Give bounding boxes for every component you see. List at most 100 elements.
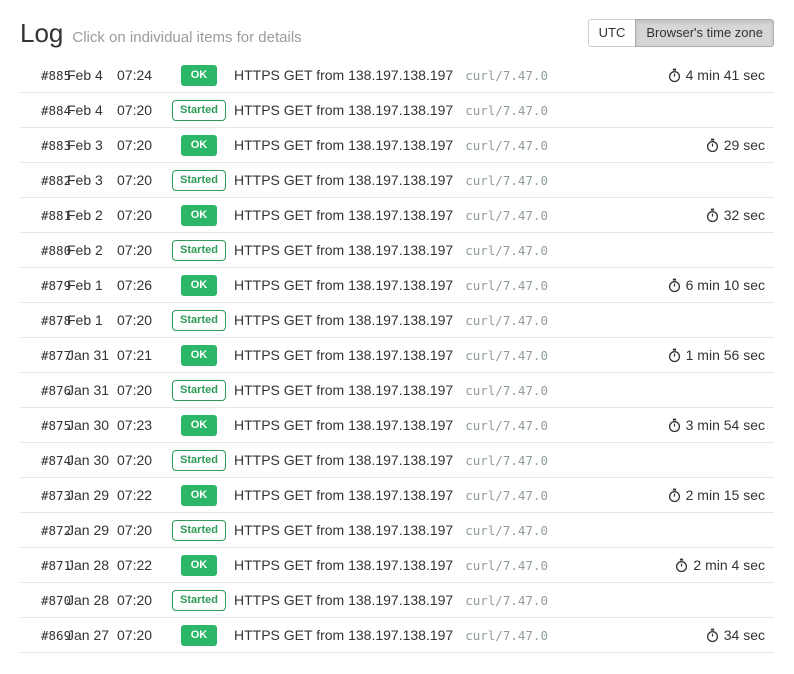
event-date: Feb 4 — [67, 102, 117, 118]
user-agent: curl/7.47.0 — [465, 558, 548, 573]
status-badge-started: Started — [172, 240, 226, 261]
event-id: #869 — [20, 628, 67, 643]
event-time: 07:20 — [117, 102, 164, 118]
duration-cell: 4 min 41 sec — [668, 67, 774, 83]
user-agent: curl/7.47.0 — [465, 138, 548, 153]
status-badge-cell: Started — [164, 100, 234, 121]
event-date: Jan 31 — [67, 347, 117, 363]
event-description-cell: HTTPS GET from 138.197.138.197 curl/7.47… — [234, 557, 548, 573]
duration-text: 4 min 41 sec — [686, 67, 765, 83]
status-badge-started: Started — [172, 450, 226, 471]
event-date: Jan 31 — [67, 382, 117, 398]
duration-cell: 1 min 56 sec — [668, 347, 774, 363]
event-description: HTTPS GET from 138.197.138.197 — [234, 102, 453, 118]
event-id: #876 — [20, 383, 67, 398]
duration-cell: 2 min 4 sec — [675, 557, 774, 573]
status-badge-ok: OK — [181, 555, 218, 576]
stopwatch-icon — [668, 418, 681, 433]
event-description-cell: HTTPS GET from 138.197.138.197 curl/7.47… — [234, 347, 548, 363]
duration-text: 2 min 15 sec — [686, 487, 765, 503]
event-description: HTTPS GET from 138.197.138.197 — [234, 382, 453, 398]
event-date: Jan 29 — [67, 522, 117, 538]
status-badge-cell: Started — [164, 450, 234, 471]
status-badge-cell: Started — [164, 520, 234, 541]
event-description: HTTPS GET from 138.197.138.197 — [234, 557, 453, 573]
event-id: #878 — [20, 313, 67, 328]
status-badge-started: Started — [172, 100, 226, 121]
event-date: Feb 2 — [67, 207, 117, 223]
status-badge-cell: Started — [164, 590, 234, 611]
log-row[interactable]: #870 Jan 28 07:20 Started HTTPS GET from… — [20, 583, 774, 618]
user-agent: curl/7.47.0 — [465, 208, 548, 223]
log-row[interactable]: #880 Feb 2 07:20 Started HTTPS GET from … — [20, 233, 774, 268]
log-row[interactable]: #874 Jan 30 07:20 Started HTTPS GET from… — [20, 443, 774, 478]
event-date: Jan 27 — [67, 627, 117, 643]
event-date: Feb 1 — [67, 277, 117, 293]
event-description-cell: HTTPS GET from 138.197.138.197 curl/7.47… — [234, 452, 548, 468]
event-id: #885 — [20, 68, 67, 83]
log-row[interactable]: #884 Feb 4 07:20 Started HTTPS GET from … — [20, 93, 774, 128]
event-time: 07:20 — [117, 137, 164, 153]
status-badge-cell: Started — [164, 380, 234, 401]
log-row[interactable]: #871 Jan 28 07:22 OK HTTPS GET from 138.… — [20, 548, 774, 583]
browsers-timezone-button[interactable]: Browser's time zone — [635, 19, 774, 47]
event-time: 07:20 — [117, 627, 164, 643]
stopwatch-icon — [706, 138, 719, 153]
event-time: 07:20 — [117, 592, 164, 608]
status-badge-started: Started — [172, 590, 226, 611]
log-row[interactable]: #882 Feb 3 07:20 Started HTTPS GET from … — [20, 163, 774, 198]
duration-text: 29 sec — [724, 137, 765, 153]
event-description-cell: HTTPS GET from 138.197.138.197 curl/7.47… — [234, 172, 548, 188]
stopwatch-icon — [668, 488, 681, 503]
log-row[interactable]: #876 Jan 31 07:20 Started HTTPS GET from… — [20, 373, 774, 408]
status-badge-cell: OK — [164, 135, 234, 156]
duration-text: 32 sec — [724, 207, 765, 223]
event-date: Feb 1 — [67, 312, 117, 328]
status-badge-cell: Started — [164, 240, 234, 261]
user-agent: curl/7.47.0 — [465, 173, 548, 188]
user-agent: curl/7.47.0 — [465, 488, 548, 503]
duration-cell: 34 sec — [706, 627, 774, 643]
user-agent: curl/7.47.0 — [465, 523, 548, 538]
event-description-cell: HTTPS GET from 138.197.138.197 curl/7.47… — [234, 102, 548, 118]
status-badge-ok: OK — [181, 485, 218, 506]
timezone-toggle-group: UTC Browser's time zone — [588, 19, 774, 47]
log-row[interactable]: #873 Jan 29 07:22 OK HTTPS GET from 138.… — [20, 478, 774, 513]
event-description-cell: HTTPS GET from 138.197.138.197 curl/7.47… — [234, 487, 548, 503]
event-time: 07:20 — [117, 452, 164, 468]
log-row[interactable]: #883 Feb 3 07:20 OK HTTPS GET from 138.1… — [20, 128, 774, 163]
log-row[interactable]: #869 Jan 27 07:20 OK HTTPS GET from 138.… — [20, 618, 774, 653]
log-row[interactable]: #872 Jan 29 07:20 Started HTTPS GET from… — [20, 513, 774, 548]
utc-button[interactable]: UTC — [588, 19, 637, 47]
log-row[interactable]: #879 Feb 1 07:26 OK HTTPS GET from 138.1… — [20, 268, 774, 303]
log-row[interactable]: #878 Feb 1 07:20 Started HTTPS GET from … — [20, 303, 774, 338]
event-time: 07:20 — [117, 172, 164, 188]
log-row[interactable]: #875 Jan 30 07:23 OK HTTPS GET from 138.… — [20, 408, 774, 443]
event-date: Feb 4 — [67, 67, 117, 83]
event-description: HTTPS GET from 138.197.138.197 — [234, 242, 453, 258]
duration-cell: 3 min 54 sec — [668, 417, 774, 433]
event-id: #883 — [20, 138, 67, 153]
event-id: #877 — [20, 348, 67, 363]
event-id: #881 — [20, 208, 67, 223]
event-time: 07:22 — [117, 557, 164, 573]
user-agent: curl/7.47.0 — [465, 383, 548, 398]
event-description-cell: HTTPS GET from 138.197.138.197 curl/7.47… — [234, 522, 548, 538]
user-agent: curl/7.47.0 — [465, 68, 548, 83]
event-date: Jan 30 — [67, 417, 117, 433]
event-time: 07:22 — [117, 487, 164, 503]
status-badge-started: Started — [172, 170, 226, 191]
event-id: #873 — [20, 488, 67, 503]
stopwatch-icon — [706, 628, 719, 643]
log-row[interactable]: #877 Jan 31 07:21 OK HTTPS GET from 138.… — [20, 338, 774, 373]
status-badge-started: Started — [172, 310, 226, 331]
status-badge-cell: OK — [164, 555, 234, 576]
event-id: #880 — [20, 243, 67, 258]
event-id: #882 — [20, 173, 67, 188]
event-id: #874 — [20, 453, 67, 468]
title-wrap: Log Click on individual items for detail… — [20, 18, 302, 49]
duration-text: 3 min 54 sec — [686, 417, 765, 433]
log-row[interactable]: #885 Feb 4 07:24 OK HTTPS GET from 138.1… — [20, 58, 774, 93]
log-row[interactable]: #881 Feb 2 07:20 OK HTTPS GET from 138.1… — [20, 198, 774, 233]
page-subtitle: Click on individual items for details — [72, 29, 301, 46]
